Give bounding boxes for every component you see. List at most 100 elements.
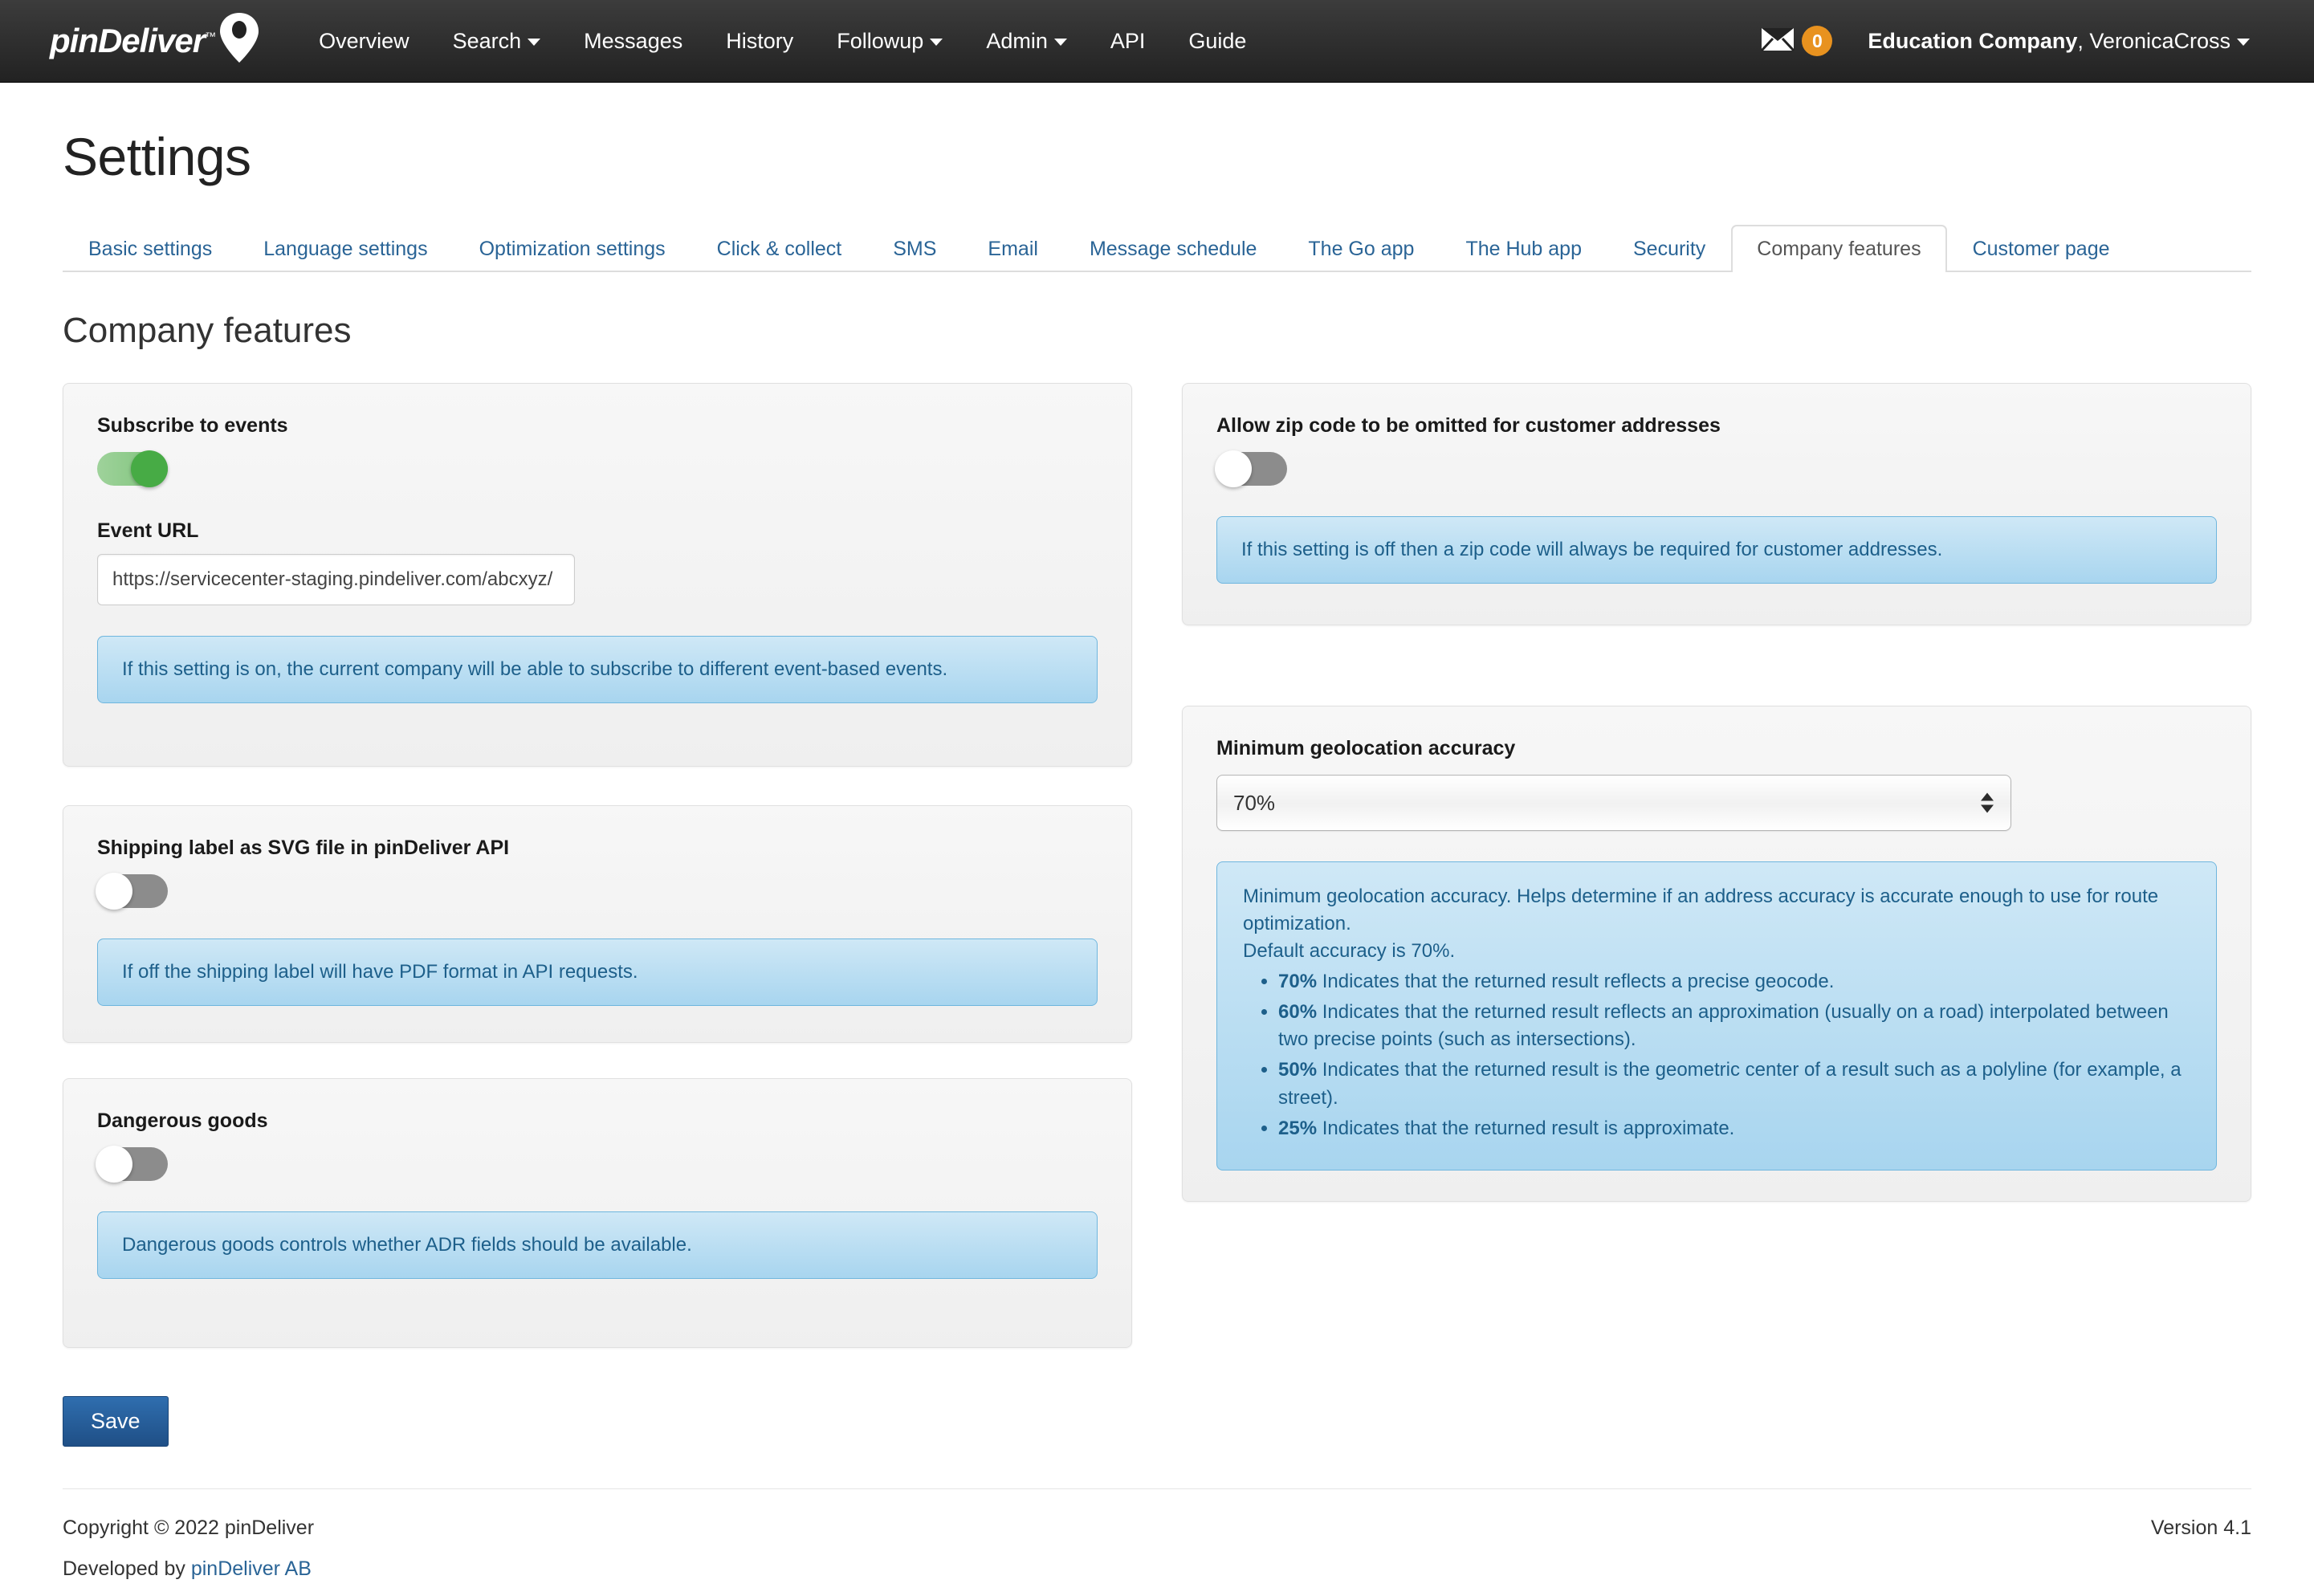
panel-subscribe-to-events: Subscribe to events Event URL If this se… — [63, 383, 1132, 767]
page-container: Settings Basic settings Language setting… — [0, 126, 2314, 1581]
panel-allow-zip-code-omitted: Allow zip code to be omitted for custome… — [1182, 383, 2251, 625]
features-right-column: Allow zip code to be omitted for custome… — [1182, 383, 2251, 1348]
chevron-up-icon — [1981, 792, 1994, 801]
user-name-label: VeronicaCross — [2089, 28, 2230, 53]
geolocation-accuracy-bullets: 70% Indicates that the returned result r… — [1243, 968, 2190, 1142]
geolocation-accuracy-info: Minimum geolocation accuracy. Helps dete… — [1216, 861, 2217, 1171]
user-separator: , — [2077, 28, 2090, 53]
user-menu[interactable]: Education Company, VeronicaCross — [1850, 29, 2267, 54]
footer-row-developed-by: Developed by pinDeliver AB — [63, 1557, 2251, 1581]
geolocation-info-line1: Minimum geolocation accuracy. Helps dete… — [1243, 886, 2159, 935]
page-footer: Copyright © 2022 pinDeliver Version 4.1 … — [63, 1488, 2251, 1581]
tab-optimization-settings[interactable]: Optimization settings — [454, 225, 691, 272]
tab-the-go-app[interactable]: The Go app — [1282, 225, 1440, 272]
nav-item-messages[interactable]: Messages — [562, 0, 704, 83]
panel-shipping-label-svg: Shipping label as SVG file in pinDeliver… — [63, 805, 1132, 1043]
brand-logo[interactable]: pinDeliver™ — [50, 0, 260, 82]
features-grid: Subscribe to events Event URL If this se… — [63, 383, 2251, 1348]
bullet-text: Indicates that the returned result refle… — [1322, 971, 1835, 993]
subscribe-events-info: If this setting is on, the current compa… — [97, 636, 1098, 704]
nav-item-followup[interactable]: Followup — [815, 0, 964, 83]
list-item: 50% Indicates that the returned result i… — [1278, 1057, 2190, 1111]
save-button[interactable]: Save — [63, 1396, 169, 1447]
list-item: 60% Indicates that the returned result r… — [1278, 999, 2190, 1053]
nav-item-overview[interactable]: Overview — [297, 0, 431, 83]
brand-name: pinDeliver™ — [50, 22, 216, 59]
features-left-column: Subscribe to events Event URL If this se… — [63, 383, 1132, 1348]
user-company-label: Education Company — [1868, 28, 2078, 53]
toggle-knob — [131, 450, 168, 487]
message-count-badge: 0 — [1802, 26, 1833, 56]
geolocation-accuracy-value: 70% — [1233, 790, 1276, 815]
bullet-text: Indicates that the returned result refle… — [1278, 1001, 2169, 1051]
nav-item-guide[interactable]: Guide — [1167, 0, 1268, 83]
section-title: Company features — [63, 311, 352, 350]
geolocation-accuracy-label: Minimum geolocation accuracy — [1216, 737, 1516, 759]
nav-item-admin[interactable]: Admin — [964, 0, 1089, 83]
footer-developed-by-prefix: Developed by — [63, 1557, 191, 1580]
chevron-down-icon — [2237, 38, 2250, 46]
list-item: 70% Indicates that the returned result r… — [1278, 968, 2190, 995]
panel-minimum-geolocation-accuracy: Minimum geolocation accuracy 70% Minimum… — [1182, 706, 2251, 1202]
subscribe-events-label: Subscribe to events — [97, 414, 288, 437]
bullet-pct: 25% — [1278, 1117, 1318, 1139]
bullet-pct: 70% — [1278, 971, 1318, 993]
chevron-down-icon — [1053, 38, 1067, 46]
tab-language-settings[interactable]: Language settings — [238, 225, 453, 272]
zip-code-label: Allow zip code to be omitted for custome… — [1216, 414, 1721, 437]
toggle-knob — [96, 873, 132, 910]
chevron-down-icon — [528, 38, 541, 46]
toggle-knob — [1215, 450, 1252, 487]
footer-developer-link[interactable]: pinDeliver AB — [191, 1557, 312, 1580]
subscribe-events-toggle[interactable] — [97, 450, 168, 487]
messages-indicator[interactable]: 0 — [1743, 26, 1850, 56]
tab-security[interactable]: Security — [1607, 225, 1731, 272]
chevron-down-icon — [1981, 804, 1994, 813]
tab-sms[interactable]: SMS — [867, 225, 962, 272]
zip-code-info: If this setting is off then a zip code w… — [1216, 516, 2217, 584]
event-url-input[interactable] — [97, 554, 575, 605]
nav-item-history[interactable]: History — [704, 0, 815, 83]
primary-nav: Overview Search Messages History Followu… — [297, 0, 1268, 82]
tab-message-schedule[interactable]: Message schedule — [1064, 225, 1282, 272]
footer-row-copyright: Copyright © 2022 pinDeliver Version 4.1 — [63, 1517, 2251, 1540]
tab-email[interactable]: Email — [962, 225, 1064, 272]
geolocation-accuracy-select[interactable]: 70% — [1216, 775, 2011, 831]
footer-version: Version 4.1 — [2150, 1517, 2251, 1539]
event-url-label: Event URL — [97, 519, 199, 542]
toggle-knob — [96, 1146, 132, 1183]
trademark-symbol: ™ — [205, 30, 216, 43]
envelope-icon — [1761, 27, 1795, 55]
bullet-pct: 50% — [1278, 1059, 1318, 1081]
panel-dangerous-goods: Dangerous goods Dangerous goods controls… — [63, 1078, 1132, 1348]
shipping-label-svg-info: If off the shipping label will have PDF … — [97, 938, 1098, 1007]
tab-company-features[interactable]: Company features — [1731, 225, 1947, 272]
bullet-text: Indicates that the returned result is ap… — [1322, 1117, 1735, 1139]
nav-item-api[interactable]: API — [1089, 0, 1167, 83]
tab-the-hub-app[interactable]: The Hub app — [1440, 225, 1607, 272]
nav-item-search[interactable]: Search — [431, 0, 563, 83]
list-item: 25% Indicates that the returned result i… — [1278, 1115, 2190, 1142]
settings-tabs: Basic settings Language settings Optimiz… — [63, 219, 2251, 272]
top-navbar: pinDeliver™ Overview Search Messages His… — [0, 0, 2314, 83]
spinner-arrows-icon[interactable] — [1981, 792, 1994, 813]
page-title: Settings — [63, 127, 251, 186]
tab-basic-settings[interactable]: Basic settings — [63, 225, 238, 272]
map-pin-icon — [218, 11, 260, 68]
bullet-pct: 60% — [1278, 1001, 1318, 1024]
dangerous-goods-toggle[interactable] — [96, 1146, 168, 1183]
dangerous-goods-info: Dangerous goods controls whether ADR fie… — [97, 1211, 1098, 1280]
shipping-label-svg-label: Shipping label as SVG file in pinDeliver… — [97, 837, 510, 859]
footer-developed-by: Developed by pinDeliver AB — [63, 1557, 312, 1581]
shipping-label-svg-toggle[interactable] — [96, 873, 168, 910]
dangerous-goods-label: Dangerous goods — [97, 1109, 268, 1132]
tab-click-and-collect[interactable]: Click & collect — [691, 225, 868, 272]
navbar-right: 0 Education Company, VeronicaCross — [1743, 0, 2280, 82]
geolocation-accuracy-select-wrap: 70% — [1216, 775, 2011, 831]
footer-copyright: Copyright © 2022 pinDeliver — [63, 1517, 315, 1539]
chevron-down-icon — [930, 38, 943, 46]
geolocation-info-line2: Default accuracy is 70%. — [1243, 940, 1456, 963]
zip-code-toggle[interactable] — [1215, 450, 1287, 487]
tab-customer-page[interactable]: Customer page — [1947, 225, 2136, 272]
bullet-text: Indicates that the returned result is th… — [1278, 1059, 2182, 1109]
